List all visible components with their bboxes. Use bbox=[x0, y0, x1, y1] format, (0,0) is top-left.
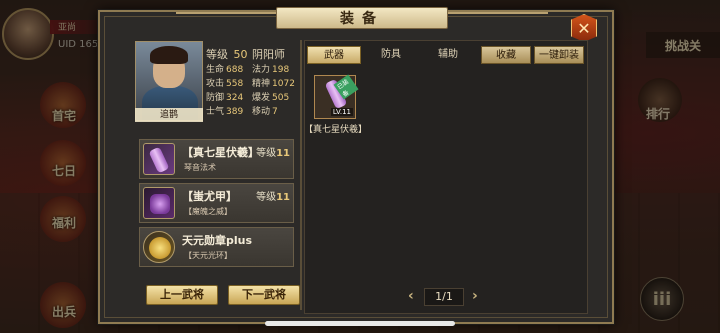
level-value: 50 bbox=[233, 48, 248, 61]
stat-spirit-value: 1072 bbox=[272, 78, 295, 89]
pane-divider bbox=[300, 40, 302, 310]
stat-row: 生命 688 法力 198 bbox=[206, 61, 298, 75]
equip-subtitle: 琴音法术 bbox=[184, 163, 216, 172]
window-title: 装备 bbox=[276, 7, 448, 29]
hero-stats: 等级 50 阴阳师 生命 688 法力 198 攻击 558 精神 1072 防御 324… bbox=[206, 47, 298, 117]
stat-def-value: 324 bbox=[226, 92, 244, 103]
tab-accessory[interactable]: 辅助 bbox=[421, 46, 475, 64]
stat-atk-label: 攻击 bbox=[206, 78, 225, 89]
hero-hair bbox=[150, 46, 188, 64]
hero-name: 追鹊 bbox=[135, 108, 203, 122]
tab-weapon[interactable]: 武器 bbox=[307, 46, 361, 64]
stat-burst-label: 爆发 bbox=[252, 92, 271, 103]
title-ornament-right bbox=[448, 12, 548, 22]
stat-hp-value: 688 bbox=[226, 64, 244, 75]
hero-class: 阴阳师 bbox=[252, 48, 285, 61]
stat-atk-value: 558 bbox=[226, 78, 244, 89]
stat-morale-label: 士气 bbox=[206, 106, 225, 117]
prev-hero-button[interactable]: 上一武将 bbox=[146, 285, 218, 305]
inventory-item[interactable]: 已装备 LV.11 bbox=[314, 74, 359, 119]
equip-level-label: 等级 bbox=[256, 148, 277, 159]
page-indicator: 1/1 bbox=[424, 288, 464, 306]
stat-burst-value: 505 bbox=[272, 92, 290, 103]
equipped-weapon-card[interactable]: 【真七星伏羲】 等级11 琴音法术 bbox=[139, 139, 294, 179]
equip-level: 等级11 bbox=[256, 188, 290, 203]
stat-row: 防御 324 爆发 505 bbox=[206, 89, 298, 103]
equip-level-value: 11 bbox=[276, 192, 290, 203]
stat-mp-value: 198 bbox=[272, 64, 290, 75]
item-level: LV.11 bbox=[330, 108, 353, 116]
close-x-icon[interactable]: ✕ bbox=[571, 14, 597, 42]
stat-mp-label: 法力 bbox=[252, 64, 271, 75]
next-hero-button[interactable]: 下一武将 bbox=[228, 285, 300, 305]
equip-level: 等级11 bbox=[256, 144, 290, 159]
equip-name: 天元勋章plus bbox=[182, 234, 253, 247]
stat-row: 攻击 558 精神 1072 bbox=[206, 75, 298, 89]
equip-name: 【真七星伏羲】 bbox=[182, 146, 259, 159]
equipped-armor-card[interactable]: 【蚩尤甲】 等级11 【魔魄之威】 bbox=[139, 183, 294, 223]
equip-level-label: 等级 bbox=[256, 192, 277, 203]
stat-spirit-label: 精神 bbox=[252, 78, 271, 89]
collect-button[interactable]: 收藏 bbox=[481, 46, 531, 64]
pagination: ‹ 1/1 › bbox=[406, 288, 486, 306]
home-indicator[interactable] bbox=[265, 321, 455, 326]
equipped-accessory-card[interactable]: 天元勋章plus 【天元光环】 bbox=[139, 227, 294, 267]
unequip-all-button[interactable]: 一键卸装 bbox=[534, 46, 584, 64]
prev-page-icon[interactable]: ‹ bbox=[408, 288, 414, 304]
stat-row: 士气 389 移动 7 bbox=[206, 103, 298, 117]
next-page-icon[interactable]: › bbox=[472, 288, 478, 304]
stat-move-value: 7 bbox=[272, 106, 278, 117]
equip-name: 【蚩尤甲】 bbox=[182, 190, 237, 203]
equip-level-value: 11 bbox=[276, 148, 290, 159]
equip-subtitle: 【魔魄之威】 bbox=[184, 207, 232, 216]
medal-icon bbox=[143, 231, 175, 263]
level-label: 等级 bbox=[206, 48, 228, 61]
title-ornament-left bbox=[176, 12, 276, 22]
stat-hp-label: 生命 bbox=[206, 64, 225, 75]
stat-def-label: 防御 bbox=[206, 92, 225, 103]
scroll-icon bbox=[143, 143, 175, 175]
stat-morale-value: 389 bbox=[226, 106, 244, 117]
stat-move-label: 移动 bbox=[252, 106, 271, 117]
inventory-item-name: 【真七星伏羲】 bbox=[304, 125, 368, 135]
tab-armor[interactable]: 防具 bbox=[364, 46, 418, 64]
level-row: 等级 50 阴阳师 bbox=[206, 47, 298, 61]
armor-icon bbox=[143, 187, 175, 219]
equip-subtitle: 【天元光环】 bbox=[184, 251, 232, 260]
